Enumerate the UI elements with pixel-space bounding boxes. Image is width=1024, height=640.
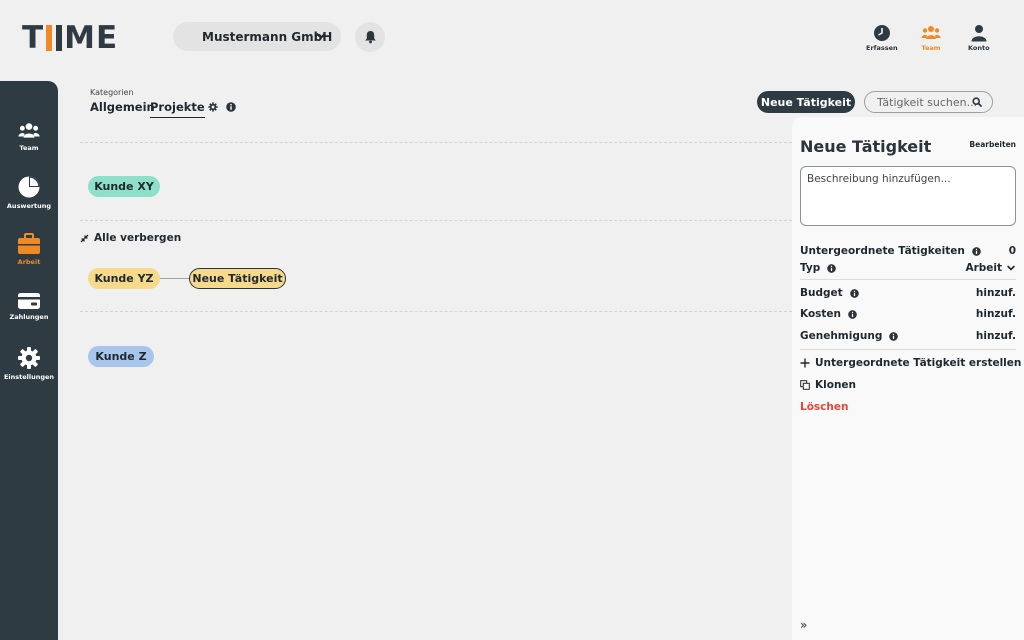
activity-detail-panel: Neue Tätigkeit Bearbeiten Beschreibung h… xyxy=(792,117,1024,640)
info-icon[interactable] xyxy=(226,102,236,112)
search-icon xyxy=(972,97,982,107)
user-icon xyxy=(971,25,987,42)
bell-icon xyxy=(364,31,376,44)
briefcase-icon xyxy=(18,233,40,254)
notifications-button[interactable] xyxy=(355,22,385,52)
info-icon[interactable] xyxy=(827,263,837,273)
description-placeholder: Beschreibung hinzufügen... xyxy=(807,173,951,185)
chevron-down-icon xyxy=(1007,265,1015,271)
info-icon[interactable] xyxy=(972,246,981,256)
info-icon[interactable] xyxy=(848,309,857,319)
nav-team[interactable]: Team xyxy=(921,24,941,52)
delete-button[interactable]: Löschen xyxy=(800,401,848,413)
tab-projekte[interactable]: Projekte xyxy=(150,100,205,118)
card-icon xyxy=(18,293,40,309)
collapse-icon xyxy=(80,234,89,242)
sidebar: Team Auswertung Arbeit Zahlungen Einstel… xyxy=(0,81,58,640)
copy-icon xyxy=(800,380,810,390)
panel-title: Neue Tätigkeit xyxy=(800,137,932,156)
team-icon xyxy=(18,123,40,138)
row-costs: Kosten hinzuf. xyxy=(800,308,1016,320)
pie-chart-icon xyxy=(18,176,40,198)
sidebar-item-arbeit[interactable]: Arbeit xyxy=(0,233,58,266)
row-type: Typ Arbeit xyxy=(800,262,1016,274)
tab-allgemein[interactable]: Allgemein xyxy=(90,100,155,117)
info-icon[interactable] xyxy=(849,288,859,298)
node-kunde-z[interactable]: Kunde Z xyxy=(88,346,154,367)
approval-add-link[interactable]: hinzuf. xyxy=(976,330,1016,342)
team-icon xyxy=(921,26,941,39)
row-budget: Budget hinzuf. xyxy=(800,287,1016,299)
sidebar-item-auswertung[interactable]: Auswertung xyxy=(0,175,58,210)
company-name: Mustermann GmbH xyxy=(202,29,333,44)
node-kunde-xy[interactable]: Kunde XY xyxy=(88,176,160,197)
divider xyxy=(80,311,792,312)
row-approval: Genehmigung hinzuf. xyxy=(800,330,1016,342)
node-connector xyxy=(160,278,189,279)
new-activity-button[interactable]: Neue Tätigkeit xyxy=(757,91,855,113)
gear-icon xyxy=(18,347,40,369)
categories-label: Kategorien xyxy=(90,88,134,97)
sidebar-item-zahlungen[interactable]: Zahlungen xyxy=(0,292,58,321)
create-subactivity-button[interactable]: Untergeordnete Tätigkeit erstellen xyxy=(800,357,1021,369)
activity-search-input[interactable]: Tätigkeit suchen... xyxy=(864,91,993,113)
description-input[interactable]: Beschreibung hinzufügen... xyxy=(800,166,1016,226)
budget-add-link[interactable]: hinzuf. xyxy=(976,287,1016,299)
divider xyxy=(800,349,1016,350)
node-neue-taetigkeit[interactable]: Neue Tätigkeit xyxy=(189,268,286,289)
nav-erfassen[interactable]: Erfassen xyxy=(866,24,898,52)
plus-icon xyxy=(800,358,810,368)
edit-button[interactable]: Bearbeiten xyxy=(969,140,1016,149)
chevron-down-icon xyxy=(316,33,326,40)
divider xyxy=(80,142,792,143)
divider xyxy=(800,279,1016,280)
sidebar-item-einstellungen[interactable]: Einstellungen xyxy=(0,346,58,381)
search-placeholder: Tätigkeit suchen... xyxy=(877,95,978,109)
clock-icon xyxy=(873,25,890,41)
node-kunde-yz[interactable]: Kunde YZ xyxy=(88,268,160,289)
app-logo: T ME xyxy=(22,20,119,56)
costs-add-link[interactable]: hinzuf. xyxy=(976,308,1016,320)
collapse-panel-button[interactable]: » xyxy=(800,618,807,632)
company-selector[interactable]: Mustermann GmbH xyxy=(173,22,341,51)
nav-konto[interactable]: Konto xyxy=(968,24,990,52)
clone-button[interactable]: Klonen xyxy=(800,379,856,391)
row-subactivities: Untergeordnete Tätigkeiten 0 xyxy=(800,245,1016,257)
subactivities-count: 0 xyxy=(1008,245,1016,257)
divider xyxy=(80,220,792,221)
info-icon[interactable] xyxy=(889,331,899,341)
type-select[interactable]: Arbeit xyxy=(965,262,1016,274)
sidebar-item-team[interactable]: Team xyxy=(0,121,58,152)
category-settings-icon[interactable] xyxy=(208,102,218,112)
hide-all-button[interactable]: Alle verbergen xyxy=(80,232,181,244)
